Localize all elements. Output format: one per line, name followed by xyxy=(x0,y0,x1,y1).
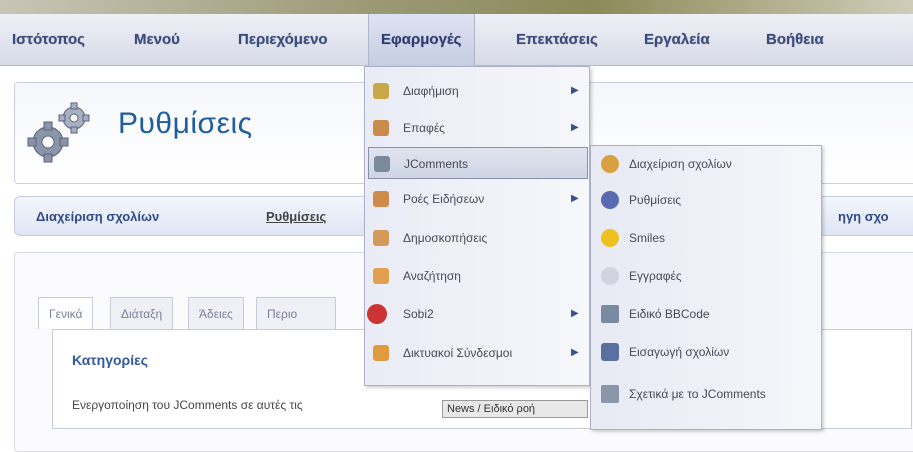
dropdown-item-search[interactable]: Αναζήτηση xyxy=(365,260,589,292)
dropdown-item-jcomments[interactable]: JComments xyxy=(368,147,588,179)
submenu-item-label: Smiles xyxy=(629,231,666,245)
gears-icon xyxy=(27,102,90,163)
submenu-arrow-icon: ▶ xyxy=(571,347,579,358)
bbcode-icon xyxy=(601,305,619,323)
comments-manage-icon xyxy=(601,155,619,173)
submenu-item-label: Σχετικά με το JComments xyxy=(629,387,766,401)
tooltip: News / Ειδικό ροή xyxy=(442,400,588,418)
dropdown-item-label: Διαφήμιση xyxy=(403,84,459,98)
submenu-item-about[interactable]: Σχετικά με το JComments xyxy=(591,376,821,412)
jcomments-icon xyxy=(374,156,390,172)
dropdown-item-label: Sobi2 xyxy=(403,307,434,321)
dropdown-item-label: Αναζήτηση xyxy=(403,269,461,283)
newsfeeds-icon xyxy=(373,191,389,207)
window-top-strip xyxy=(0,0,913,14)
submenu-arrow-icon: ▶ xyxy=(571,122,579,133)
dropdown-item-label: JComments xyxy=(404,157,469,171)
tab-layout[interactable]: Διάταξη xyxy=(110,297,174,329)
tab-permissions[interactable]: Άδειες xyxy=(188,297,244,329)
dropdown-item-label: Επαφές xyxy=(403,121,445,135)
section-title: Κατηγορίες xyxy=(72,352,149,368)
submenu-arrow-icon: ▶ xyxy=(571,85,579,96)
tab-restrictions[interactable]: Περιο xyxy=(256,297,336,329)
about-icon xyxy=(601,385,619,403)
contacts-icon xyxy=(373,120,389,136)
dropdown-item-label: Ροές Ειδήσεων xyxy=(403,192,485,206)
polls-icon xyxy=(373,230,389,246)
menu-components[interactable]: Εφαρμογές xyxy=(368,14,475,66)
dropdown-item-newsfeeds[interactable]: Ροές Ειδήσεων ▶ xyxy=(365,183,589,215)
dropdown-item-contacts[interactable]: Επαφές ▶ xyxy=(365,112,589,144)
subscriptions-icon xyxy=(601,267,619,285)
components-dropdown: Διαφήμιση ▶ Επαφές ▶ JComments Ροές Ειδή… xyxy=(364,66,590,386)
submenu-item-manage-comments[interactable]: Διαχείριση σχολίων xyxy=(591,146,821,182)
admin-menubar: Ιστότοπος Μενού Περιεχόμενο Εφαρμογές Επ… xyxy=(0,14,913,66)
search-icon xyxy=(373,268,389,284)
import-icon xyxy=(601,343,619,361)
jcomments-submenu: Διαχείριση σχολίων Ρυθμίσεις Smiles Εγγρ… xyxy=(590,145,822,430)
menu-extensions[interactable]: Επεκτάσεις xyxy=(516,14,598,66)
submenu-item-label: Εισαγωγή σχολίων xyxy=(629,345,730,359)
subnav-import-partial[interactable]: ηγη σχο xyxy=(838,209,913,224)
dropdown-item-label: Δημοσκοπήσεις xyxy=(403,231,488,245)
submenu-item-settings[interactable]: Ρυθμίσεις xyxy=(591,182,821,218)
menu-site[interactable]: Ιστότοπος xyxy=(12,14,85,66)
banner-icon xyxy=(373,83,389,99)
settings-icon xyxy=(601,191,619,209)
submenu-item-bbcode[interactable]: Ειδικό BBCode xyxy=(591,296,821,332)
weblinks-icon xyxy=(373,345,389,361)
dropdown-item-label: Δικτυακοί Σύνδεσμοι xyxy=(403,346,513,360)
menu-help[interactable]: Βοήθεια xyxy=(766,14,824,66)
menu-content[interactable]: Περιεχόμενο xyxy=(238,14,328,66)
page-title: Ρυθμίσεις xyxy=(118,107,253,140)
dropdown-item-banners[interactable]: Διαφήμιση ▶ xyxy=(365,75,589,107)
submenu-item-smiles[interactable]: Smiles xyxy=(591,220,821,256)
tab-general[interactable]: Γενικά xyxy=(38,297,94,329)
menu-menus[interactable]: Μενού xyxy=(134,14,180,66)
section-description: Ενεργοποίηση του JComments σε αυτές τις xyxy=(72,398,303,412)
submenu-item-import[interactable]: Εισαγωγή σχολίων xyxy=(591,334,821,370)
submenu-item-subscriptions[interactable]: Εγγραφές xyxy=(591,258,821,294)
submenu-arrow-icon: ▶ xyxy=(571,193,579,204)
submenu-item-label: Ρυθμίσεις xyxy=(629,193,682,207)
submenu-item-label: Διαχείριση σχολίων xyxy=(629,157,732,171)
subnav-settings[interactable]: Ρυθμίσεις xyxy=(266,209,326,224)
sobi2-icon xyxy=(367,304,387,324)
subnav-manage-comments[interactable]: Διαχείριση σχολίων xyxy=(36,209,159,224)
dropdown-item-sobi2[interactable]: Sobi2 ▶ xyxy=(365,298,589,330)
smiley-icon xyxy=(601,229,619,247)
submenu-item-label: Εγγραφές xyxy=(629,269,682,283)
dropdown-item-polls[interactable]: Δημοσκοπήσεις xyxy=(365,222,589,254)
submenu-item-label: Ειδικό BBCode xyxy=(629,307,710,321)
dropdown-item-weblinks[interactable]: Δικτυακοί Σύνδεσμοι ▶ xyxy=(365,337,589,369)
submenu-arrow-icon: ▶ xyxy=(571,308,579,319)
menu-tools[interactable]: Εργαλεία xyxy=(644,14,710,66)
